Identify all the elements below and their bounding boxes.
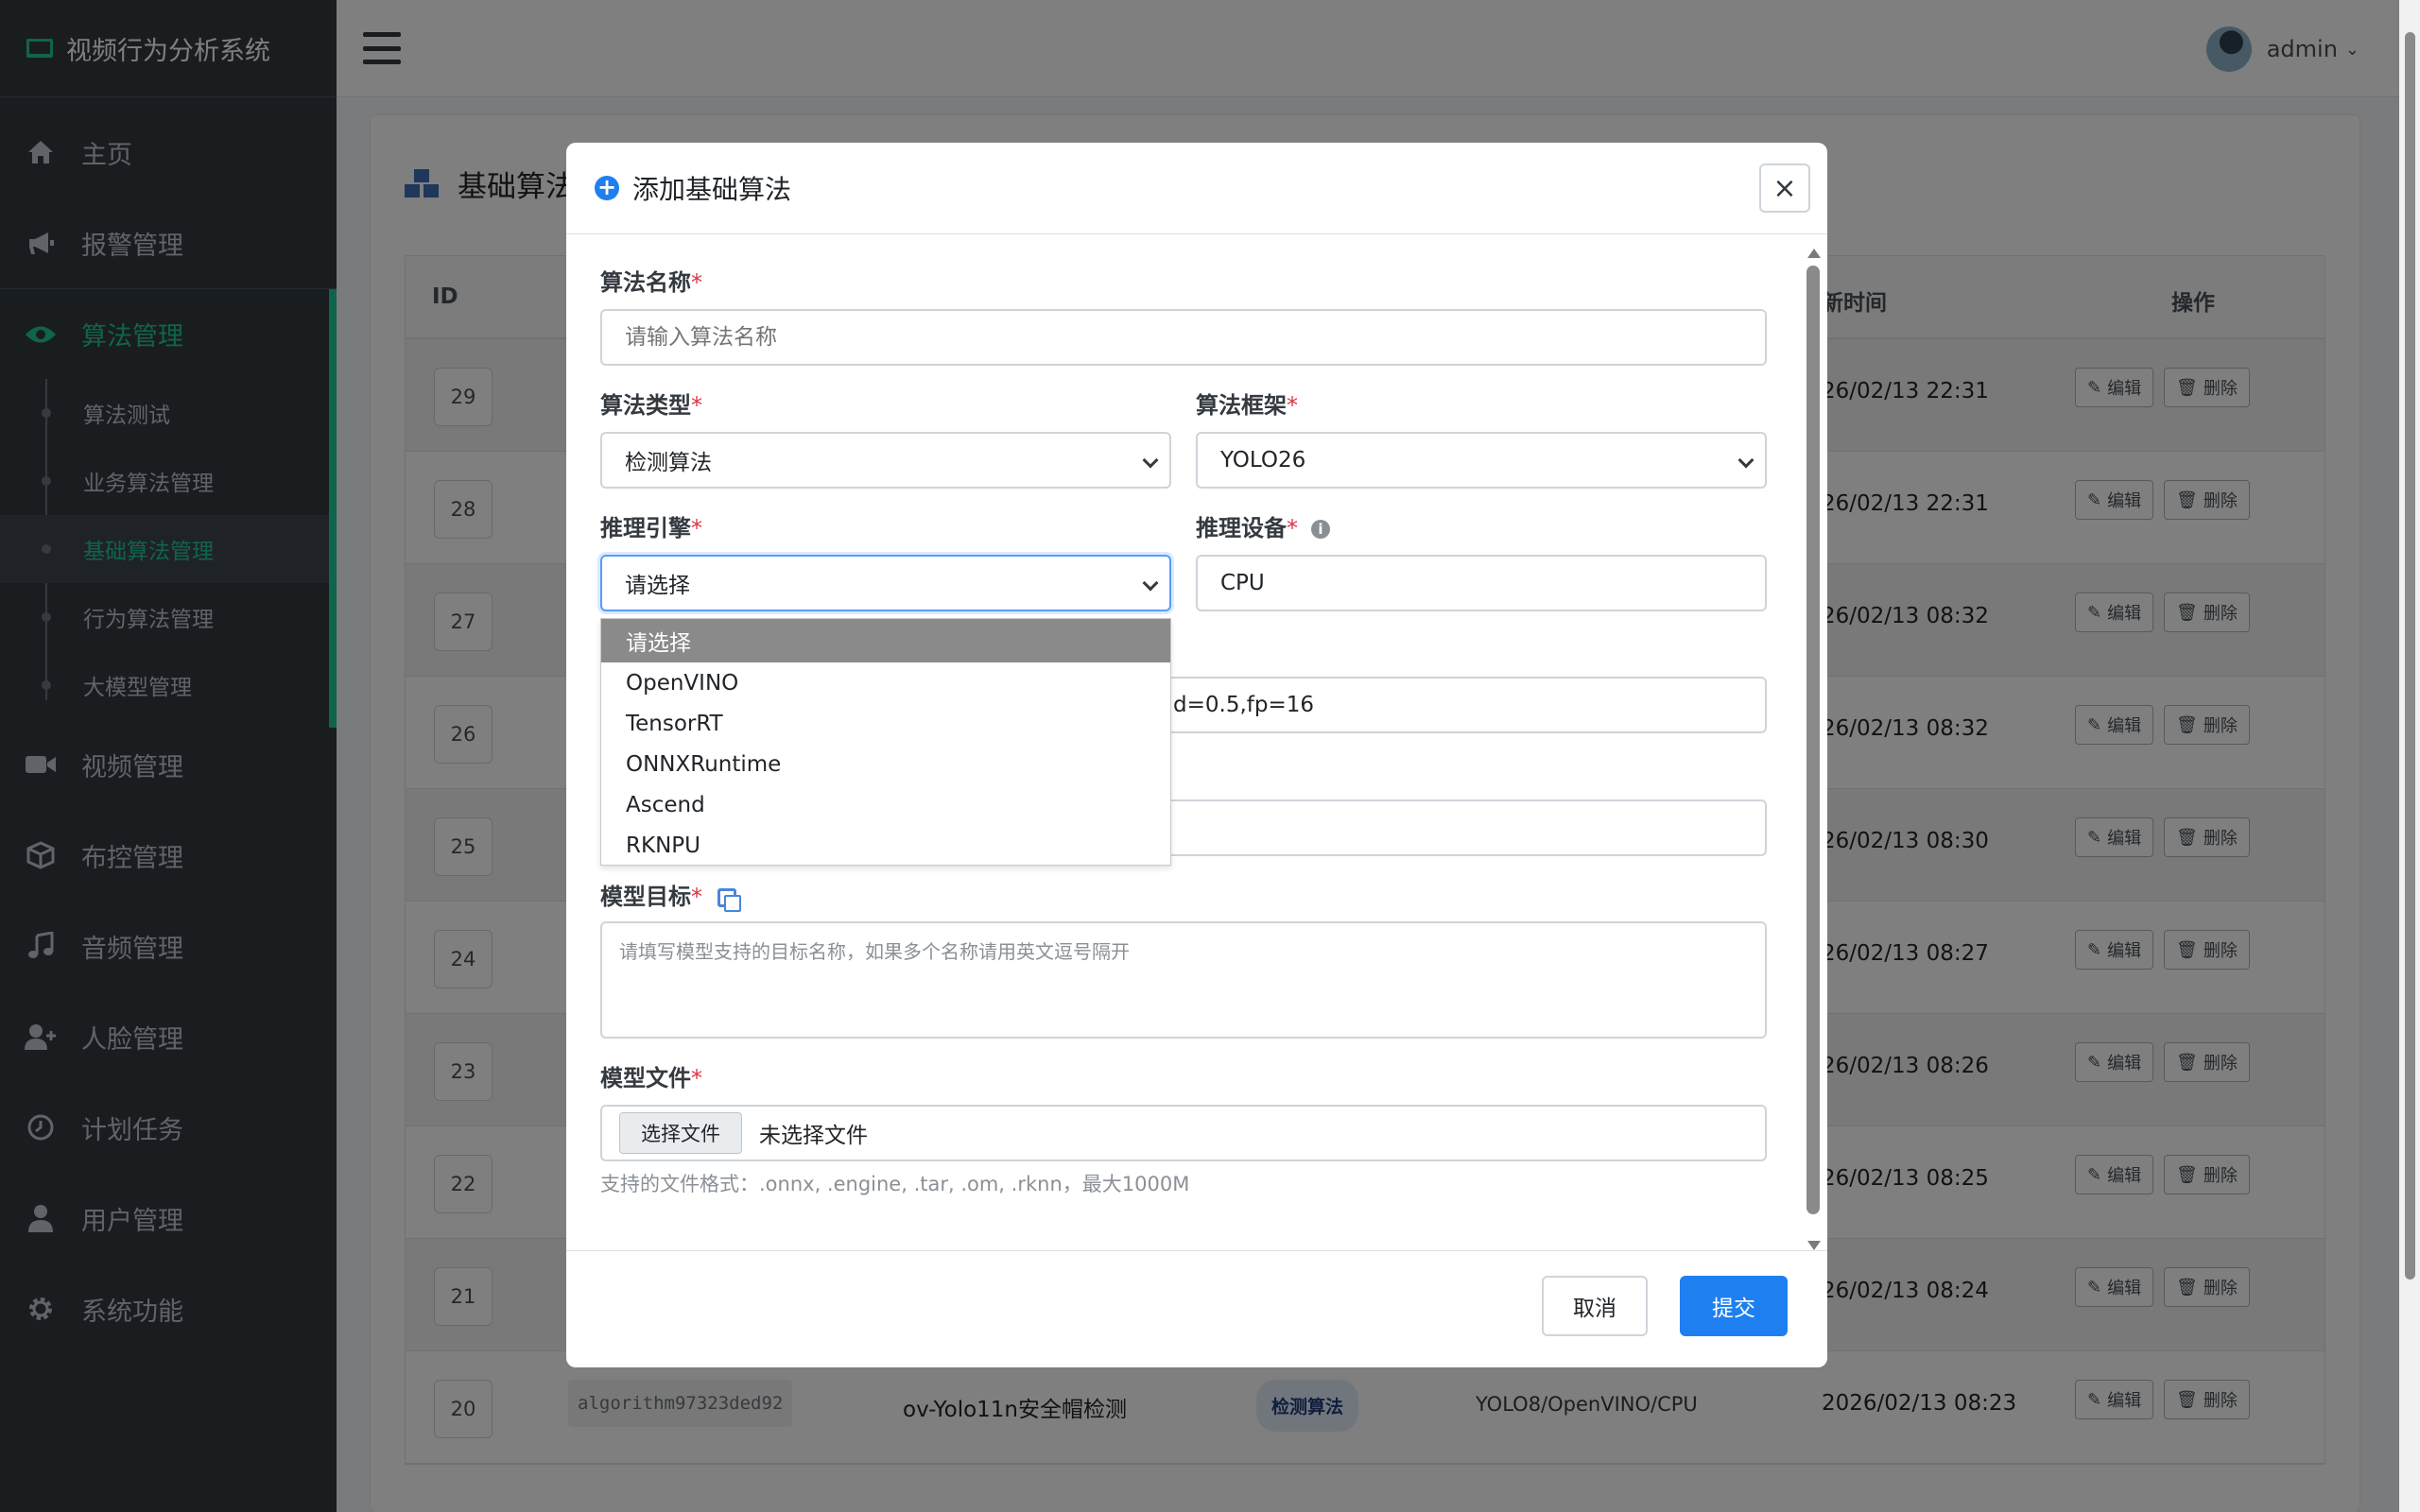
page-scrollbar[interactable] <box>2399 0 2420 1512</box>
modal-header: + 添加基础算法 × <box>566 143 1827 234</box>
plus-circle-icon: + <box>595 176 619 200</box>
algorithm-name-input[interactable] <box>600 309 1767 366</box>
chevron-down-icon <box>1142 452 1159 469</box>
engine-option[interactable]: TensorRT <box>601 703 1170 744</box>
name-label: 算法名称* <box>600 269 702 296</box>
add-algorithm-modal: + 添加基础算法 × 算法名称* 算法类型* 检测算法 算法框架* YOLO26… <box>566 143 1827 1367</box>
engine-option[interactable]: 请选择 <box>601 619 1170 662</box>
engine-option[interactable]: OpenVINO <box>601 662 1170 703</box>
modal-title: + 添加基础算法 <box>595 169 791 207</box>
framework-label: 算法框架* <box>1196 392 1298 419</box>
target-label: 模型目标* <box>600 878 741 912</box>
engine-label: 推理引擎* <box>600 515 702 541</box>
inference-engine-select[interactable]: 请选择 <box>600 555 1171 611</box>
cancel-button[interactable]: 取消 <box>1542 1276 1648 1336</box>
model-file-input[interactable]: 选择文件 未选择文件 <box>600 1105 1767 1161</box>
close-button[interactable]: × <box>1759 163 1810 213</box>
modal-body: 算法名称* 算法类型* 检测算法 算法框架* YOLO26 推理引擎* 请选择 … <box>566 235 1827 1250</box>
algorithm-framework-select[interactable]: YOLO26 <box>1196 432 1767 489</box>
model-target-textarea[interactable]: 请填写模型支持的目标名称，如果多个名称请用英文逗号隔开 <box>600 921 1767 1039</box>
scroll-up-arrow-icon[interactable] <box>1807 249 1821 258</box>
scroll-down-arrow-icon[interactable] <box>1807 1241 1821 1250</box>
inference-device-input[interactable]: CPU <box>1196 555 1767 611</box>
choose-file-button[interactable]: 选择文件 <box>619 1112 742 1154</box>
engine-option[interactable]: RKNPU <box>601 825 1170 866</box>
type-label: 算法类型* <box>600 392 702 419</box>
algorithm-type-select[interactable]: 检测算法 <box>600 432 1171 489</box>
file-status: 未选择文件 <box>759 1124 868 1148</box>
chevron-down-icon <box>1737 452 1754 469</box>
engine-option[interactable]: ONNXRuntime <box>601 744 1170 784</box>
file-label: 模型文件* <box>600 1065 702 1091</box>
chevron-down-icon <box>1142 575 1159 592</box>
file-help-text: 支持的文件格式：.onnx, .engine, .tar, .om, .rknn… <box>600 1173 1190 1195</box>
submit-button[interactable]: 提交 <box>1680 1276 1788 1336</box>
scroll-thumb[interactable] <box>1806 266 1820 1214</box>
engine-option[interactable]: Ascend <box>601 784 1170 825</box>
modal-scrollbar[interactable] <box>1805 249 1824 1250</box>
engine-dropdown: 请选择 OpenVINO TensorRT ONNXRuntime Ascend… <box>600 618 1171 866</box>
device-label: 推理设备* i <box>1196 509 1330 542</box>
info-icon[interactable]: i <box>1311 520 1330 539</box>
copy-icon[interactable] <box>717 888 741 912</box>
